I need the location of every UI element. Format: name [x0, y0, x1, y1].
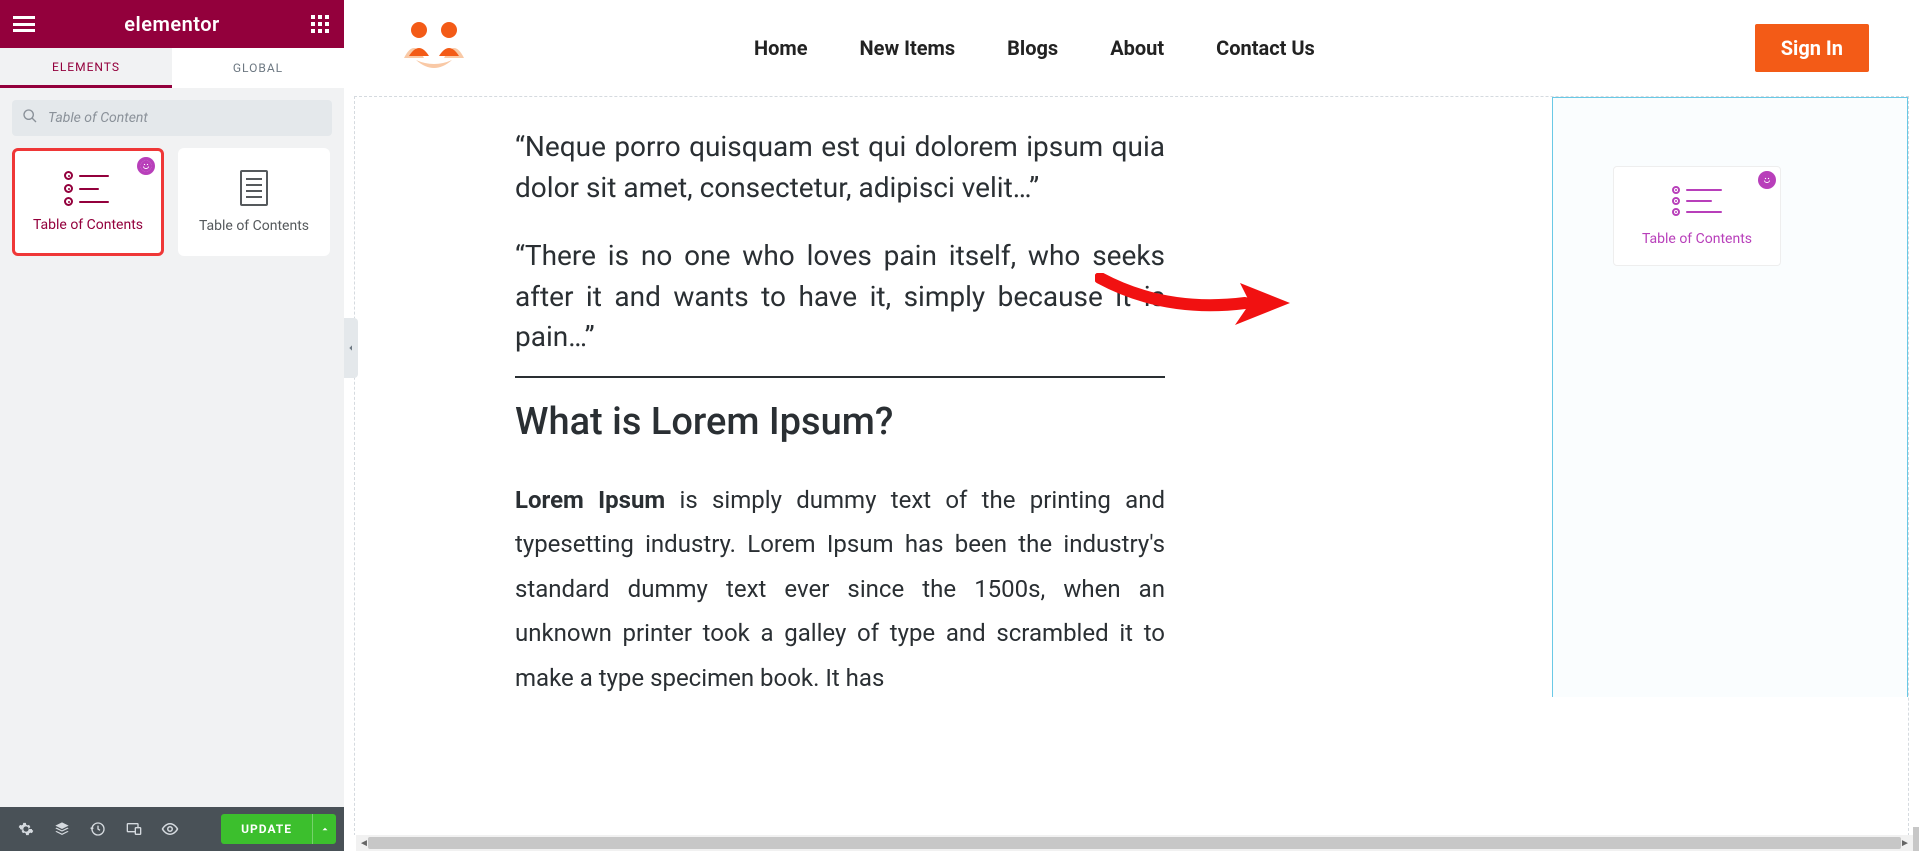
menu-button[interactable] — [12, 12, 36, 36]
widget-placeholder-label: Table of Contents — [1642, 231, 1752, 247]
horizontal-rule — [515, 376, 1165, 378]
addon-badge-icon — [137, 157, 155, 175]
settings-button[interactable] — [8, 807, 44, 851]
logo-icon — [394, 18, 474, 78]
widget-card-label: Table of Contents — [33, 217, 143, 233]
toc-icon — [64, 171, 112, 205]
site-nav: Home New Items Blogs About Contact Us — [754, 36, 1315, 60]
chevron-left-icon — [347, 342, 355, 354]
devices-icon — [126, 821, 142, 837]
section-dropzone[interactable]: Table of Contents — [1552, 97, 1908, 697]
tab-elements[interactable]: ELEMENTS — [0, 48, 172, 88]
preview-canvas: Home New Items Blogs About Contact Us Si… — [344, 0, 1919, 835]
caret-up-icon — [320, 824, 330, 834]
widget-grid: Table of Contents Table of Contents — [0, 148, 344, 256]
update-button[interactable]: UPDATE — [221, 814, 312, 844]
horizontal-scrollbar[interactable]: ◄ ► — [356, 835, 1913, 851]
body-paragraph: Lorem Ipsum is simply dummy text of the … — [515, 478, 1165, 700]
history-button[interactable] — [80, 807, 116, 851]
site-header: Home New Items Blogs About Contact Us Si… — [344, 0, 1919, 96]
quote-text: “There is no one who loves pain itself, … — [515, 236, 1165, 358]
responsive-button[interactable] — [116, 807, 152, 851]
tab-global[interactable]: GLOBAL — [172, 48, 344, 88]
signin-button[interactable]: Sign In — [1755, 24, 1869, 72]
apps-grid-button[interactable] — [308, 12, 332, 36]
document-icon — [240, 170, 268, 206]
site-logo[interactable] — [394, 18, 474, 78]
content-column: “Neque porro quisquam est qui dolorem ip… — [515, 127, 1165, 700]
eye-icon — [161, 820, 179, 838]
navigator-button[interactable] — [44, 807, 80, 851]
nav-contact[interactable]: Contact Us — [1216, 36, 1315, 60]
widget-card-toc-addon[interactable]: Table of Contents — [12, 148, 164, 256]
widget-search-wrap — [0, 88, 344, 148]
collapse-sidebar-handle[interactable] — [344, 318, 358, 378]
scroll-right-button[interactable]: ► — [1897, 835, 1913, 851]
elementor-sidebar: elementor ELEMENTS GLOBAL Table of Cont — [0, 0, 344, 851]
sidebar-footer: UPDATE — [0, 807, 344, 851]
toc-icon — [1672, 186, 1722, 219]
history-icon — [90, 821, 106, 837]
vertical-scrollbar-stub[interactable] — [1913, 827, 1919, 851]
widget-card-toc-basic[interactable]: Table of Contents — [178, 148, 330, 256]
nav-new-items[interactable]: New Items — [860, 36, 956, 60]
scrollbar-thumb[interactable] — [368, 837, 1901, 849]
addon-badge-icon — [1758, 171, 1776, 189]
update-button-group: UPDATE — [221, 814, 336, 844]
nav-about[interactable]: About — [1110, 36, 1164, 60]
elementor-logo: elementor — [124, 12, 220, 36]
apps-grid-icon — [311, 15, 329, 33]
update-options-button[interactable] — [312, 814, 336, 844]
widget-search-input[interactable] — [12, 100, 332, 136]
search-icon — [22, 108, 38, 128]
hamburger-icon — [13, 16, 35, 32]
widget-card-label: Table of Contents — [199, 218, 309, 234]
panel-tabs: ELEMENTS GLOBAL — [0, 48, 344, 88]
nav-home[interactable]: Home — [754, 36, 808, 60]
editor-canvas[interactable]: “Neque porro quisquam est qui dolorem ip… — [354, 96, 1909, 835]
sidebar-header: elementor — [0, 0, 344, 48]
heading: What is Lorem Ipsum? — [515, 400, 1165, 444]
widget-placeholder-toc[interactable]: Table of Contents — [1613, 166, 1781, 266]
gear-icon — [18, 821, 34, 837]
quote-text: “Neque porro quisquam est qui dolorem ip… — [515, 127, 1165, 208]
stack-icon — [54, 821, 70, 837]
nav-blogs[interactable]: Blogs — [1007, 36, 1058, 60]
preview-button[interactable] — [152, 807, 188, 851]
